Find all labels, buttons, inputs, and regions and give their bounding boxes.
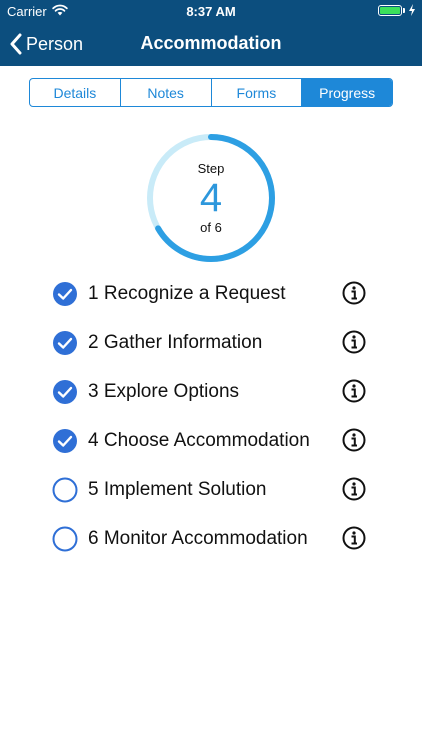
step-item: 3 Explore Options — [52, 374, 372, 423]
tab-details[interactable]: Details — [30, 79, 121, 106]
info-circle-icon[interactable] — [342, 379, 366, 403]
status-bar: Carrier 8:37 AM — [0, 0, 422, 22]
step-item: 6 Monitor Accommodation — [52, 521, 372, 570]
info-circle-icon[interactable] — [342, 526, 366, 550]
charging-bolt-icon — [409, 4, 415, 16]
checkmark-circle-icon[interactable] — [52, 379, 78, 405]
step-label: 3 Explore Options — [88, 381, 240, 402]
info-circle-icon[interactable] — [342, 281, 366, 305]
step-label: 4 Choose Accommodation — [88, 430, 310, 451]
step-label: 5 Implement Solution — [88, 479, 267, 500]
step-label: 1 Recognize a Request — [88, 283, 286, 304]
step-label: 6 Monitor Accommodation — [88, 528, 308, 549]
step-item: 4 Choose Accommodation — [52, 423, 372, 472]
info-circle-icon[interactable] — [342, 428, 366, 452]
checkmark-circle-icon[interactable] — [52, 330, 78, 356]
checkmark-circle-icon[interactable] — [52, 281, 78, 307]
progress-ring-text: Step 4 of 6 — [145, 132, 277, 264]
step-label: 2 Gather Information — [88, 332, 263, 353]
step-label: Step — [197, 161, 225, 176]
empty-circle-icon[interactable] — [52, 477, 78, 503]
progress-ring: Step 4 of 6 — [145, 132, 277, 264]
empty-circle-icon[interactable] — [52, 526, 78, 552]
current-step-number: 4 — [199, 176, 223, 220]
steps-list: 1 Recognize a Request 2 Gather Informati… — [52, 276, 372, 570]
battery-tip — [403, 8, 405, 13]
checkmark-circle-icon[interactable] — [52, 428, 78, 454]
step-total-label: of 6 — [200, 220, 222, 235]
tab-forms[interactable]: Forms — [212, 79, 303, 106]
step-item: 5 Implement Solution — [52, 472, 372, 521]
navigation-header: Carrier 8:37 AM Person Accommodation — [0, 0, 422, 66]
info-circle-icon[interactable] — [342, 477, 366, 501]
status-time: 8:37 AM — [186, 4, 236, 19]
tab-notes[interactable]: Notes — [121, 79, 212, 106]
tab-progress[interactable]: Progress — [302, 79, 392, 106]
step-item: 1 Recognize a Request — [52, 276, 372, 325]
page-title: Accommodation — [140, 33, 282, 53]
battery-icon — [378, 5, 402, 16]
info-circle-icon[interactable] — [342, 330, 366, 354]
step-item: 2 Gather Information — [52, 325, 372, 374]
segmented-tabs: Details Notes Forms Progress — [29, 78, 393, 107]
